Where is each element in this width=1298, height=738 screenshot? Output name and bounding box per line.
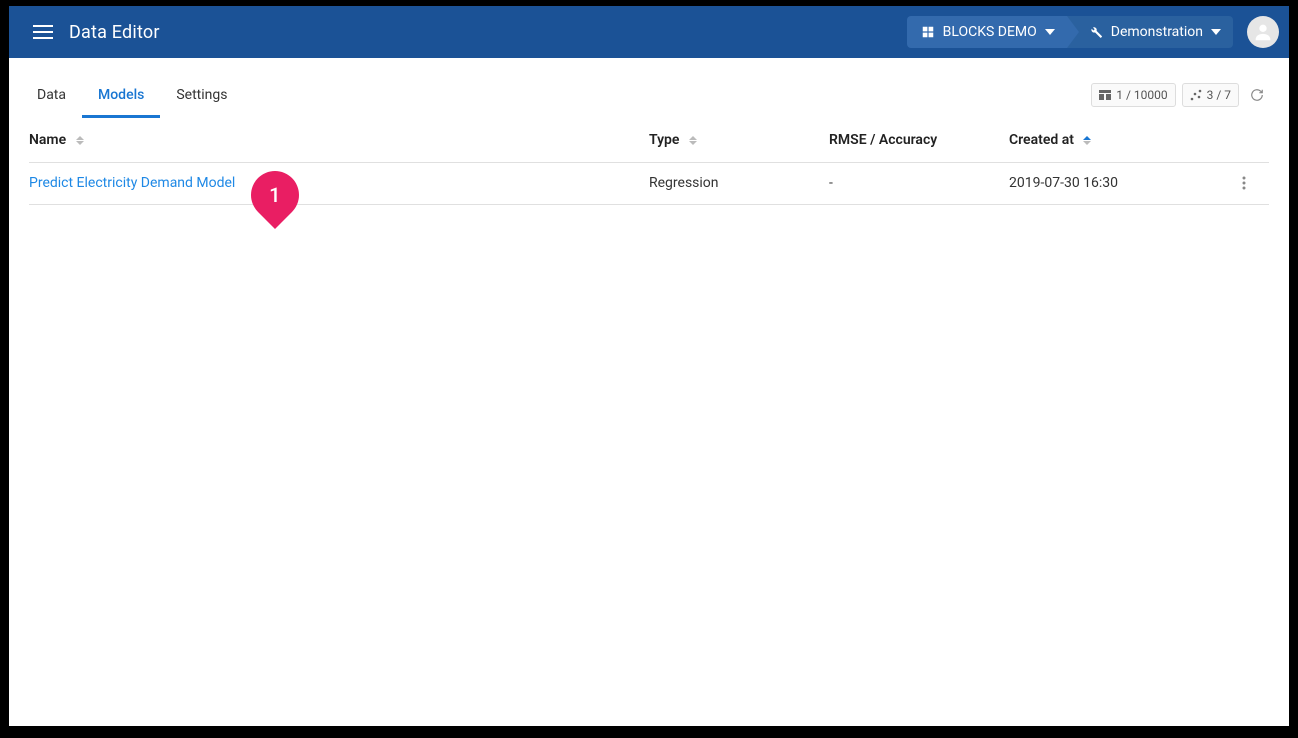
breadcrumb-org[interactable]: BLOCKS DEMO xyxy=(907,16,1067,48)
models-chip-label: 3 / 7 xyxy=(1207,88,1231,102)
models-chip[interactable]: 3 / 7 xyxy=(1182,83,1239,107)
user-avatar[interactable] xyxy=(1247,16,1279,48)
org-icon xyxy=(921,25,935,39)
caret-down-icon xyxy=(1045,29,1055,35)
row-menu-button[interactable] xyxy=(1229,168,1259,198)
rows-chip[interactable]: 1 / 10000 xyxy=(1091,83,1175,107)
tab-models[interactable]: Models xyxy=(82,72,160,118)
tab-models-label: Models xyxy=(98,87,144,103)
tab-bar: Data Models Settings 1 / 10000 3 / 7 xyxy=(9,58,1289,118)
col-header-created[interactable]: Created at xyxy=(1009,118,1229,162)
model-name-link[interactable]: Predict Electricity Demand Model xyxy=(29,175,235,191)
breadcrumb-project[interactable]: Demonstration xyxy=(1067,16,1233,48)
breadcrumb-project-label: Demonstration xyxy=(1111,24,1203,40)
status-chips: 1 / 10000 3 / 7 xyxy=(1091,72,1269,118)
annotation-number: 1 xyxy=(269,183,280,207)
caret-down-icon xyxy=(1211,29,1221,35)
hamburger-icon xyxy=(33,25,53,39)
sort-icon xyxy=(1083,136,1091,145)
col-header-actions xyxy=(1229,118,1269,162)
tab-settings[interactable]: Settings xyxy=(160,72,243,118)
col-header-name[interactable]: Name xyxy=(29,118,649,162)
model-created-cell: 2019-07-30 16:30 xyxy=(1009,162,1229,204)
col-header-type[interactable]: Type xyxy=(649,118,829,162)
col-header-rmse-label: RMSE / Accuracy xyxy=(829,132,937,148)
col-header-name-label: Name xyxy=(29,132,66,148)
col-header-type-label: Type xyxy=(649,132,679,148)
menu-button[interactable] xyxy=(27,16,59,48)
more-vertical-icon xyxy=(1242,176,1246,190)
tab-settings-label: Settings xyxy=(176,87,227,103)
table-icon xyxy=(1099,90,1111,100)
app-header: Data Editor BLOCKS DEMO Demonstration xyxy=(9,6,1289,58)
tab-data-label: Data xyxy=(37,87,66,103)
app-window: Data Editor BLOCKS DEMO Demonstration Da… xyxy=(9,6,1289,726)
refresh-icon xyxy=(1250,88,1264,102)
col-header-rmse: RMSE / Accuracy xyxy=(829,118,1009,162)
model-type-cell: Regression xyxy=(649,162,829,204)
sort-icon xyxy=(689,136,697,145)
tab-data[interactable]: Data xyxy=(29,72,82,118)
breadcrumb: BLOCKS DEMO Demonstration xyxy=(907,16,1233,48)
table-row: Predict Electricity Demand Model Regress… xyxy=(29,162,1269,204)
sort-icon xyxy=(76,136,84,145)
app-title: Data Editor xyxy=(69,22,160,43)
model-rmse-cell: - xyxy=(829,162,1009,204)
models-table: Name Type RMSE / Accuracy Created at xyxy=(29,118,1269,205)
col-header-created-label: Created at xyxy=(1009,132,1074,148)
refresh-button[interactable] xyxy=(1245,83,1269,107)
models-table-wrap: Name Type RMSE / Accuracy Created at xyxy=(9,118,1289,205)
table-header-row: Name Type RMSE / Accuracy Created at xyxy=(29,118,1269,162)
scatter-icon xyxy=(1190,89,1202,101)
user-icon xyxy=(1252,21,1274,43)
wrench-icon xyxy=(1089,25,1103,39)
breadcrumb-org-label: BLOCKS DEMO xyxy=(943,24,1037,40)
rows-chip-label: 1 / 10000 xyxy=(1116,88,1167,102)
